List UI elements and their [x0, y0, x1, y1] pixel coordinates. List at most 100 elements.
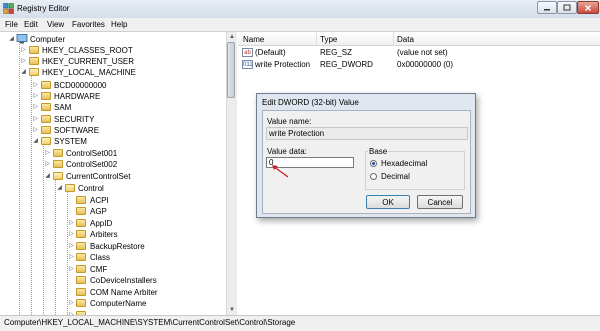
- radio-decimal[interactable]: Decimal: [370, 172, 460, 181]
- binary-value-icon: 011: [242, 60, 253, 69]
- tree-label: SYSTEM: [54, 137, 87, 146]
- value-data-label: Value data:: [267, 147, 307, 156]
- tree-item-backuprestore[interactable]: ▷ BackupRestore: [0, 241, 220, 252]
- tree-label: ComputerName: [90, 299, 147, 308]
- folder-icon: [76, 253, 86, 261]
- folder-open-icon: [53, 172, 63, 180]
- collapse-icon[interactable]: ◢: [32, 138, 39, 145]
- expand-icon[interactable]: ▷: [32, 116, 39, 123]
- radio-label: Hexadecimal: [381, 159, 428, 168]
- tree-label: Arbiters: [90, 230, 118, 239]
- tree-item-class[interactable]: ▷ Class: [0, 252, 220, 263]
- collapse-icon[interactable]: ◢: [56, 185, 63, 192]
- tree-label: SOFTWARE: [54, 126, 100, 135]
- maximize-button[interactable]: [557, 1, 577, 14]
- tree-item-hkey-classes-root[interactable]: ▷ HKEY_CLASSES_ROOT: [0, 45, 220, 56]
- tree-label: AppID: [90, 219, 113, 228]
- tree-item-appid[interactable]: ▷ AppID: [0, 218, 220, 229]
- collapse-icon[interactable]: ◢: [20, 69, 27, 76]
- menu-view[interactable]: View: [47, 20, 64, 29]
- expand-icon[interactable]: ▷: [20, 47, 27, 54]
- tree-item-controlset002[interactable]: ▷ ControlSet002: [0, 159, 220, 170]
- radio-selected-icon[interactable]: [370, 160, 377, 167]
- tree-item-software[interactable]: ▷ SOFTWARE: [0, 125, 220, 136]
- tree-label: BackupRestore: [90, 242, 145, 251]
- tree-item-computername[interactable]: ▷ ComputerName: [0, 298, 220, 309]
- pointer-arrow-icon: [272, 165, 289, 178]
- menu-favorites[interactable]: Favorites: [72, 20, 105, 29]
- close-icon: [585, 4, 591, 11]
- menu-edit[interactable]: Edit: [24, 20, 38, 29]
- tree-item-arbiters[interactable]: ▷ Arbiters: [0, 229, 220, 240]
- tree-item-system[interactable]: ◢ SYSTEM: [0, 136, 220, 147]
- menu-file[interactable]: File: [5, 20, 18, 29]
- tree-label: CoDeviceInstallers: [90, 276, 157, 285]
- expand-icon[interactable]: ▷: [68, 243, 75, 250]
- tree-item-cmf[interactable]: ▷ CMF: [0, 264, 220, 275]
- scroll-down-arrow-icon[interactable]: ▼: [227, 305, 237, 315]
- tree-item-controlset001[interactable]: ▷ ControlSet001: [0, 148, 220, 159]
- minimize-button[interactable]: [537, 1, 557, 14]
- tree-item-control[interactable]: ◢ Control: [0, 183, 220, 194]
- column-data-header[interactable]: Data: [397, 35, 414, 44]
- list-row-default[interactable]: ab (Default) REG_SZ (value not set): [239, 47, 599, 58]
- folder-icon: [76, 207, 86, 215]
- tree-item-bcd00000000[interactable]: ▷ BCD00000000: [0, 80, 220, 91]
- collapse-icon[interactable]: ◢: [44, 173, 51, 180]
- tree-label: BCD00000000: [54, 81, 107, 90]
- tree-label: AGP: [90, 207, 107, 216]
- value-name-label: Value name:: [267, 117, 312, 126]
- expand-icon[interactable]: ▷: [32, 104, 39, 111]
- expand-icon[interactable]: ▷: [68, 220, 75, 227]
- tree-item-hardware[interactable]: ▷ HARDWARE: [0, 91, 220, 102]
- expand-icon[interactable]: ▷: [20, 58, 27, 65]
- tree-scrollbar-thumb[interactable]: [227, 42, 235, 98]
- dialog-title: Edit DWORD (32-bit) Value: [262, 98, 359, 107]
- tree-label: SECURITY: [54, 115, 95, 124]
- registry-tree[interactable]: ◢ Computer ▷ HKEY_CLASSES_ROOT ▷ HKEY_CU…: [0, 32, 237, 315]
- value-name: write Protection: [255, 60, 311, 69]
- value-data: 0x00000000 (0): [397, 60, 454, 69]
- radio-unselected-icon[interactable]: [370, 173, 377, 180]
- tree-label: Class: [90, 253, 111, 262]
- folder-icon: [76, 196, 86, 204]
- tree-item-currentcontrolset[interactable]: ◢ CurrentControlSet: [0, 171, 220, 182]
- tree-item-hkey-current-user[interactable]: ▷ HKEY_CURRENT_USER: [0, 56, 220, 67]
- expand-icon[interactable]: ▷: [32, 82, 39, 89]
- tree-item-hkey-local-machine[interactable]: ◢ HKEY_LOCAL_MACHINE: [0, 67, 220, 78]
- expand-icon[interactable]: ▷: [32, 93, 39, 100]
- expand-icon[interactable]: ▷: [68, 231, 75, 238]
- expand-icon[interactable]: ▷: [68, 300, 75, 307]
- expand-icon[interactable]: ▷: [44, 161, 51, 168]
- list-row-write-protection[interactable]: 011 write Protection REG_DWORD 0x0000000…: [239, 59, 599, 70]
- column-type-header[interactable]: Type: [320, 35, 337, 44]
- menu-help[interactable]: Help: [111, 20, 127, 29]
- tree-label: ControlSet002: [66, 160, 118, 169]
- expand-icon[interactable]: ▷: [68, 266, 75, 273]
- cancel-button[interactable]: Cancel: [417, 195, 463, 209]
- folder-icon: [76, 299, 86, 307]
- tree-item-security[interactable]: ▷ SECURITY: [0, 114, 220, 125]
- tree-item-sam[interactable]: ▷ SAM: [0, 102, 220, 113]
- ok-button[interactable]: OK: [366, 195, 410, 209]
- tree-item-codeviceinstallers[interactable]: CoDeviceInstallers: [0, 275, 220, 286]
- tree-item-acpi[interactable]: ACPI: [0, 195, 220, 206]
- expand-icon[interactable]: ▷: [44, 150, 51, 157]
- collapse-icon[interactable]: ◢: [8, 36, 15, 43]
- column-divider[interactable]: [393, 32, 394, 45]
- folder-icon: [53, 160, 63, 168]
- close-button[interactable]: [577, 1, 599, 14]
- expand-icon[interactable]: ▷: [32, 127, 39, 134]
- tree-item-agp[interactable]: AGP: [0, 206, 220, 217]
- column-name-header[interactable]: Name: [243, 35, 264, 44]
- folder-icon: [76, 276, 86, 284]
- tree-label: HARDWARE: [54, 92, 101, 101]
- tree-item-com-name-arbiter[interactable]: COM Name Arbiter: [0, 287, 220, 298]
- folder-icon: [76, 265, 86, 273]
- tree-item-computer[interactable]: ◢ Computer: [0, 34, 220, 45]
- expand-icon[interactable]: ▷: [68, 254, 75, 261]
- tree-label: HKEY_CLASSES_ROOT: [42, 46, 133, 55]
- radio-hexadecimal[interactable]: Hexadecimal: [370, 159, 460, 168]
- scroll-up-arrow-icon[interactable]: ▲: [227, 32, 237, 42]
- column-divider[interactable]: [316, 32, 317, 45]
